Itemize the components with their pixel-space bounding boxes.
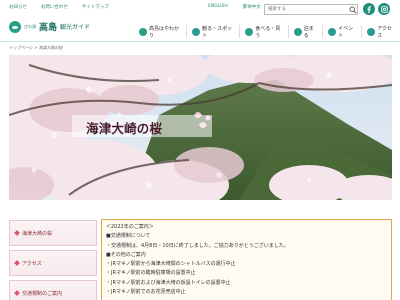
main-nav: 高島はやわかり 観る・スポット 食べる・買う 泊まる イベント アクセス (134, 25, 400, 39)
notice-line: ・JRマキノ駅前でのお花見売店中止 (106, 289, 186, 296)
search-icon[interactable] (349, 6, 357, 14)
side-item-label: 交通規制のご案内 (22, 290, 63, 297)
nav-item-food[interactable]: 食べる・買う (240, 25, 289, 39)
nav-item-label: アクセス (377, 25, 392, 39)
side-item-traffic[interactable]: 交通規制のご案内 (9, 280, 97, 300)
side-item-access[interactable]: アクセス (9, 250, 97, 276)
train-icon (367, 27, 376, 36)
util-link-contact[interactable]: お問い合わせ (41, 4, 68, 10)
food-icon (245, 27, 254, 36)
util-link-sitemap[interactable]: サイトマップ (82, 4, 109, 10)
notice-line: ・交通規制は、4月8日・10日に終了しました。ご協力ありがとうございました。 (106, 242, 289, 249)
nav-item-access[interactable]: アクセス (362, 25, 400, 39)
site-logo[interactable]: びわ湖 高島 観光ガイド (9, 20, 90, 33)
hero-image: 海津大崎の桜 (9, 55, 392, 200)
bullet-icon (14, 230, 20, 236)
notice-line: ＜2022年のご案内＞ (106, 224, 154, 230)
logo-mark-icon (9, 20, 21, 33)
event-icon (328, 27, 337, 36)
nav-item-label: 高島はやわかり (149, 25, 180, 39)
hero-title: 海津大崎の桜 (86, 121, 163, 136)
nav-item-events[interactable]: イベント (323, 25, 363, 39)
bullet-icon (14, 290, 20, 296)
nav-item-label: 食べる・買う (255, 25, 281, 39)
nav-item-label: イベント (338, 25, 354, 39)
side-item-cherry-blossoms[interactable]: 海津大崎の桜 (9, 220, 97, 246)
nav-item-label: 泊まる (303, 25, 314, 39)
side-menu: 海津大崎の桜 アクセス 交通規制のご案内 (9, 220, 97, 300)
bullet-icon (14, 260, 20, 266)
nav-item-stay[interactable]: 泊まる (289, 25, 324, 39)
header-divider (0, 41, 400, 42)
side-item-label: 海津大崎の桜 (22, 230, 53, 237)
notice-box: ＜2022年のご案内＞ ■交通規制について ・交通規制は、4月8日・10日に終了… (101, 219, 392, 300)
bed-icon (293, 27, 302, 36)
facebook-icon[interactable] (363, 3, 375, 15)
nav-item-label: 観る・スポット (202, 25, 233, 39)
search-input[interactable] (265, 5, 349, 14)
lang-link-chinese[interactable]: 繁体中文 (243, 4, 261, 10)
notice-line: ・JRマキノ駅前の臨時駐車場の設置中止 (106, 270, 196, 277)
overview-icon (139, 27, 147, 36)
lang-link-english[interactable]: ENGLISH (208, 4, 228, 10)
notice-line: ・JRマキノ駅前および海津大崎の仮設トイレの設置中止 (106, 279, 231, 286)
instagram-icon[interactable] (378, 3, 390, 15)
logo-main-text: 高島 (39, 23, 58, 33)
notice-line: ・JRマキノ駅前から海津大崎間のシャトルバスの運行中止 (106, 261, 236, 268)
spot-icon (192, 27, 201, 36)
notice-line: ■その他のご案内 (106, 251, 146, 258)
hero-title-panel: 海津大崎の桜 (72, 115, 212, 137)
notice-line: ■交通規制について (106, 233, 151, 240)
logo-sub-text: 観光ガイド (60, 24, 91, 31)
util-link-news[interactable]: お知らせ (9, 4, 27, 10)
logo-small-text: びわ湖 (24, 23, 36, 29)
search-box (264, 4, 358, 15)
side-item-label: アクセス (22, 260, 42, 267)
nav-item-overview[interactable]: 高島はやわかり (134, 25, 188, 39)
nav-item-spots[interactable]: 観る・スポット (187, 25, 241, 39)
breadcrumb: トップページ > 海津大崎の桜 (9, 45, 63, 50)
utility-links: お知らせ お問い合わせ サイトマップ (9, 4, 109, 10)
